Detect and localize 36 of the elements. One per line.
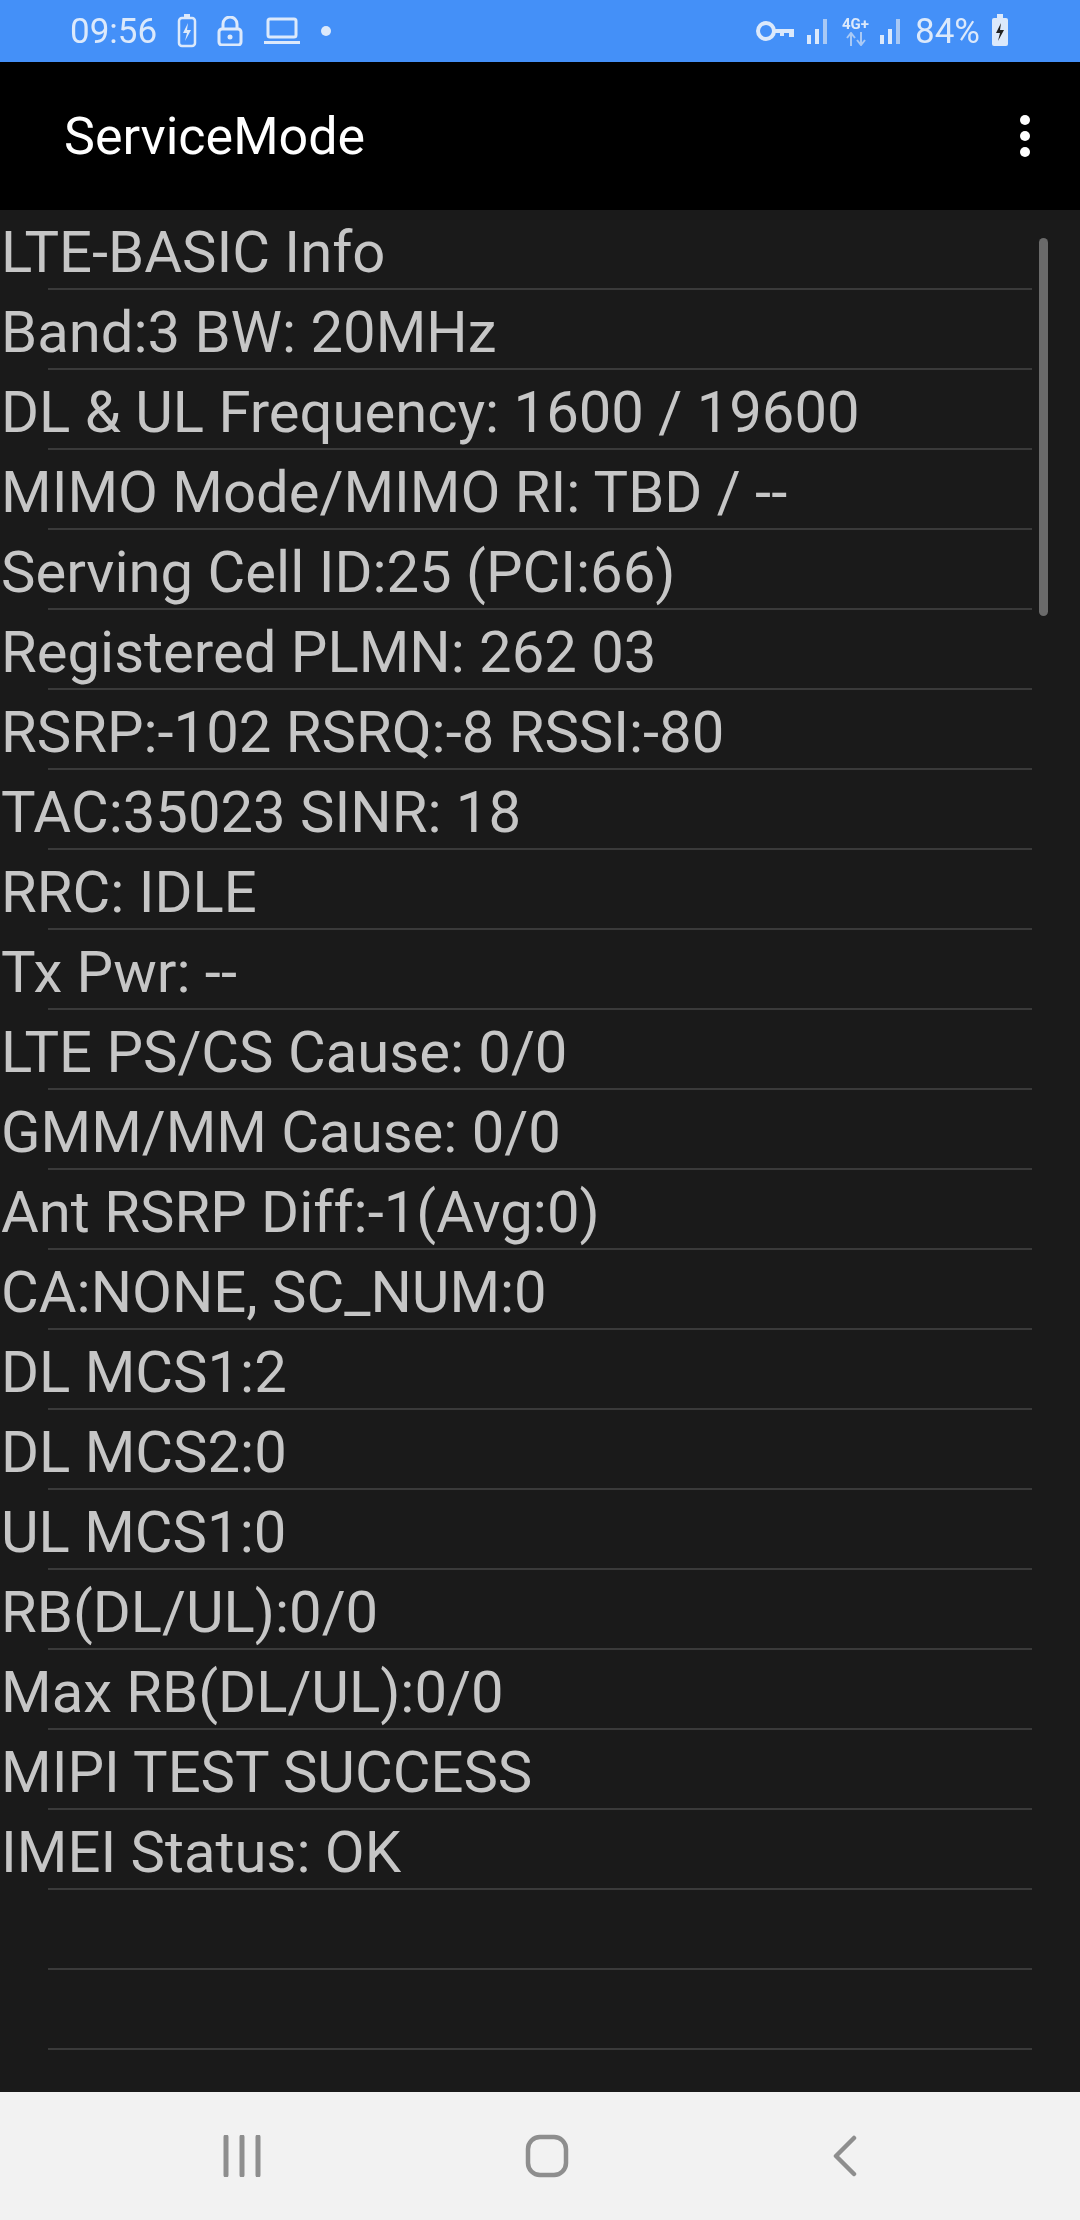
info-line: CA:NONE, SC_NUM:0 [1, 1258, 547, 1326]
battery-percent: 84% [915, 10, 980, 52]
info-line: RB(DL/UL):0/0 [1, 1578, 379, 1646]
info-line: UL MCS1:0 [1, 1498, 287, 1566]
recent-apps-button[interactable] [221, 2135, 262, 2177]
info-line: Registered PLMN: 262 03 [1, 618, 657, 686]
lock-icon [217, 16, 244, 46]
info-line: DL MCS1:2 [1, 1338, 287, 1406]
info-line: LTE PS/CS Cause: 0/0 [1, 1018, 568, 1086]
battery-charging-icon [177, 14, 198, 48]
info-line: MIMO Mode/MIMO RI: TBD / -- [1, 458, 788, 526]
info-line: MIPI TEST SUCCESS [1, 1738, 533, 1806]
info-line: Serving Cell ID:25 (PCI:66) [1, 538, 676, 606]
info-line: RSRP:-102 RSRQ:-8 RSSI:-80 [1, 698, 725, 766]
laptop-icon [263, 17, 302, 45]
network-type: 4G+ [842, 16, 869, 32]
battery-charging-icon [990, 14, 1010, 48]
dot-icon [321, 26, 332, 36]
info-line: IMEI Status: OK [1, 1818, 402, 1886]
info-line: GMM/MM Cause: 0/0 [1, 1098, 561, 1166]
info-line: TAC:35023 SINR: 18 [1, 778, 522, 846]
info-line: DL MCS2:0 [1, 1418, 287, 1486]
back-button[interactable] [832, 2135, 859, 2177]
more-options-icon [1020, 114, 1030, 158]
info-line: Band:3 BW: 20MHz [1, 298, 497, 366]
data-arrows-icon [845, 31, 866, 46]
info-line: LTE-BASIC Info [1, 218, 386, 286]
info-line: Ant RSRP Diff:-1(Avg:0) [1, 1178, 600, 1246]
key-icon [756, 20, 796, 42]
app-title: ServiceMode [64, 105, 366, 167]
info-line: Tx Pwr: -- [1, 938, 237, 1006]
info-line: DL & UL Frequency: 1600 / 19600 [1, 378, 860, 446]
info-line: Max RB(DL/UL):0/0 [1, 1658, 504, 1726]
clock: 09:56 [70, 10, 158, 52]
home-button[interactable] [525, 2134, 569, 2178]
info-line: RRC: IDLE [1, 858, 257, 926]
